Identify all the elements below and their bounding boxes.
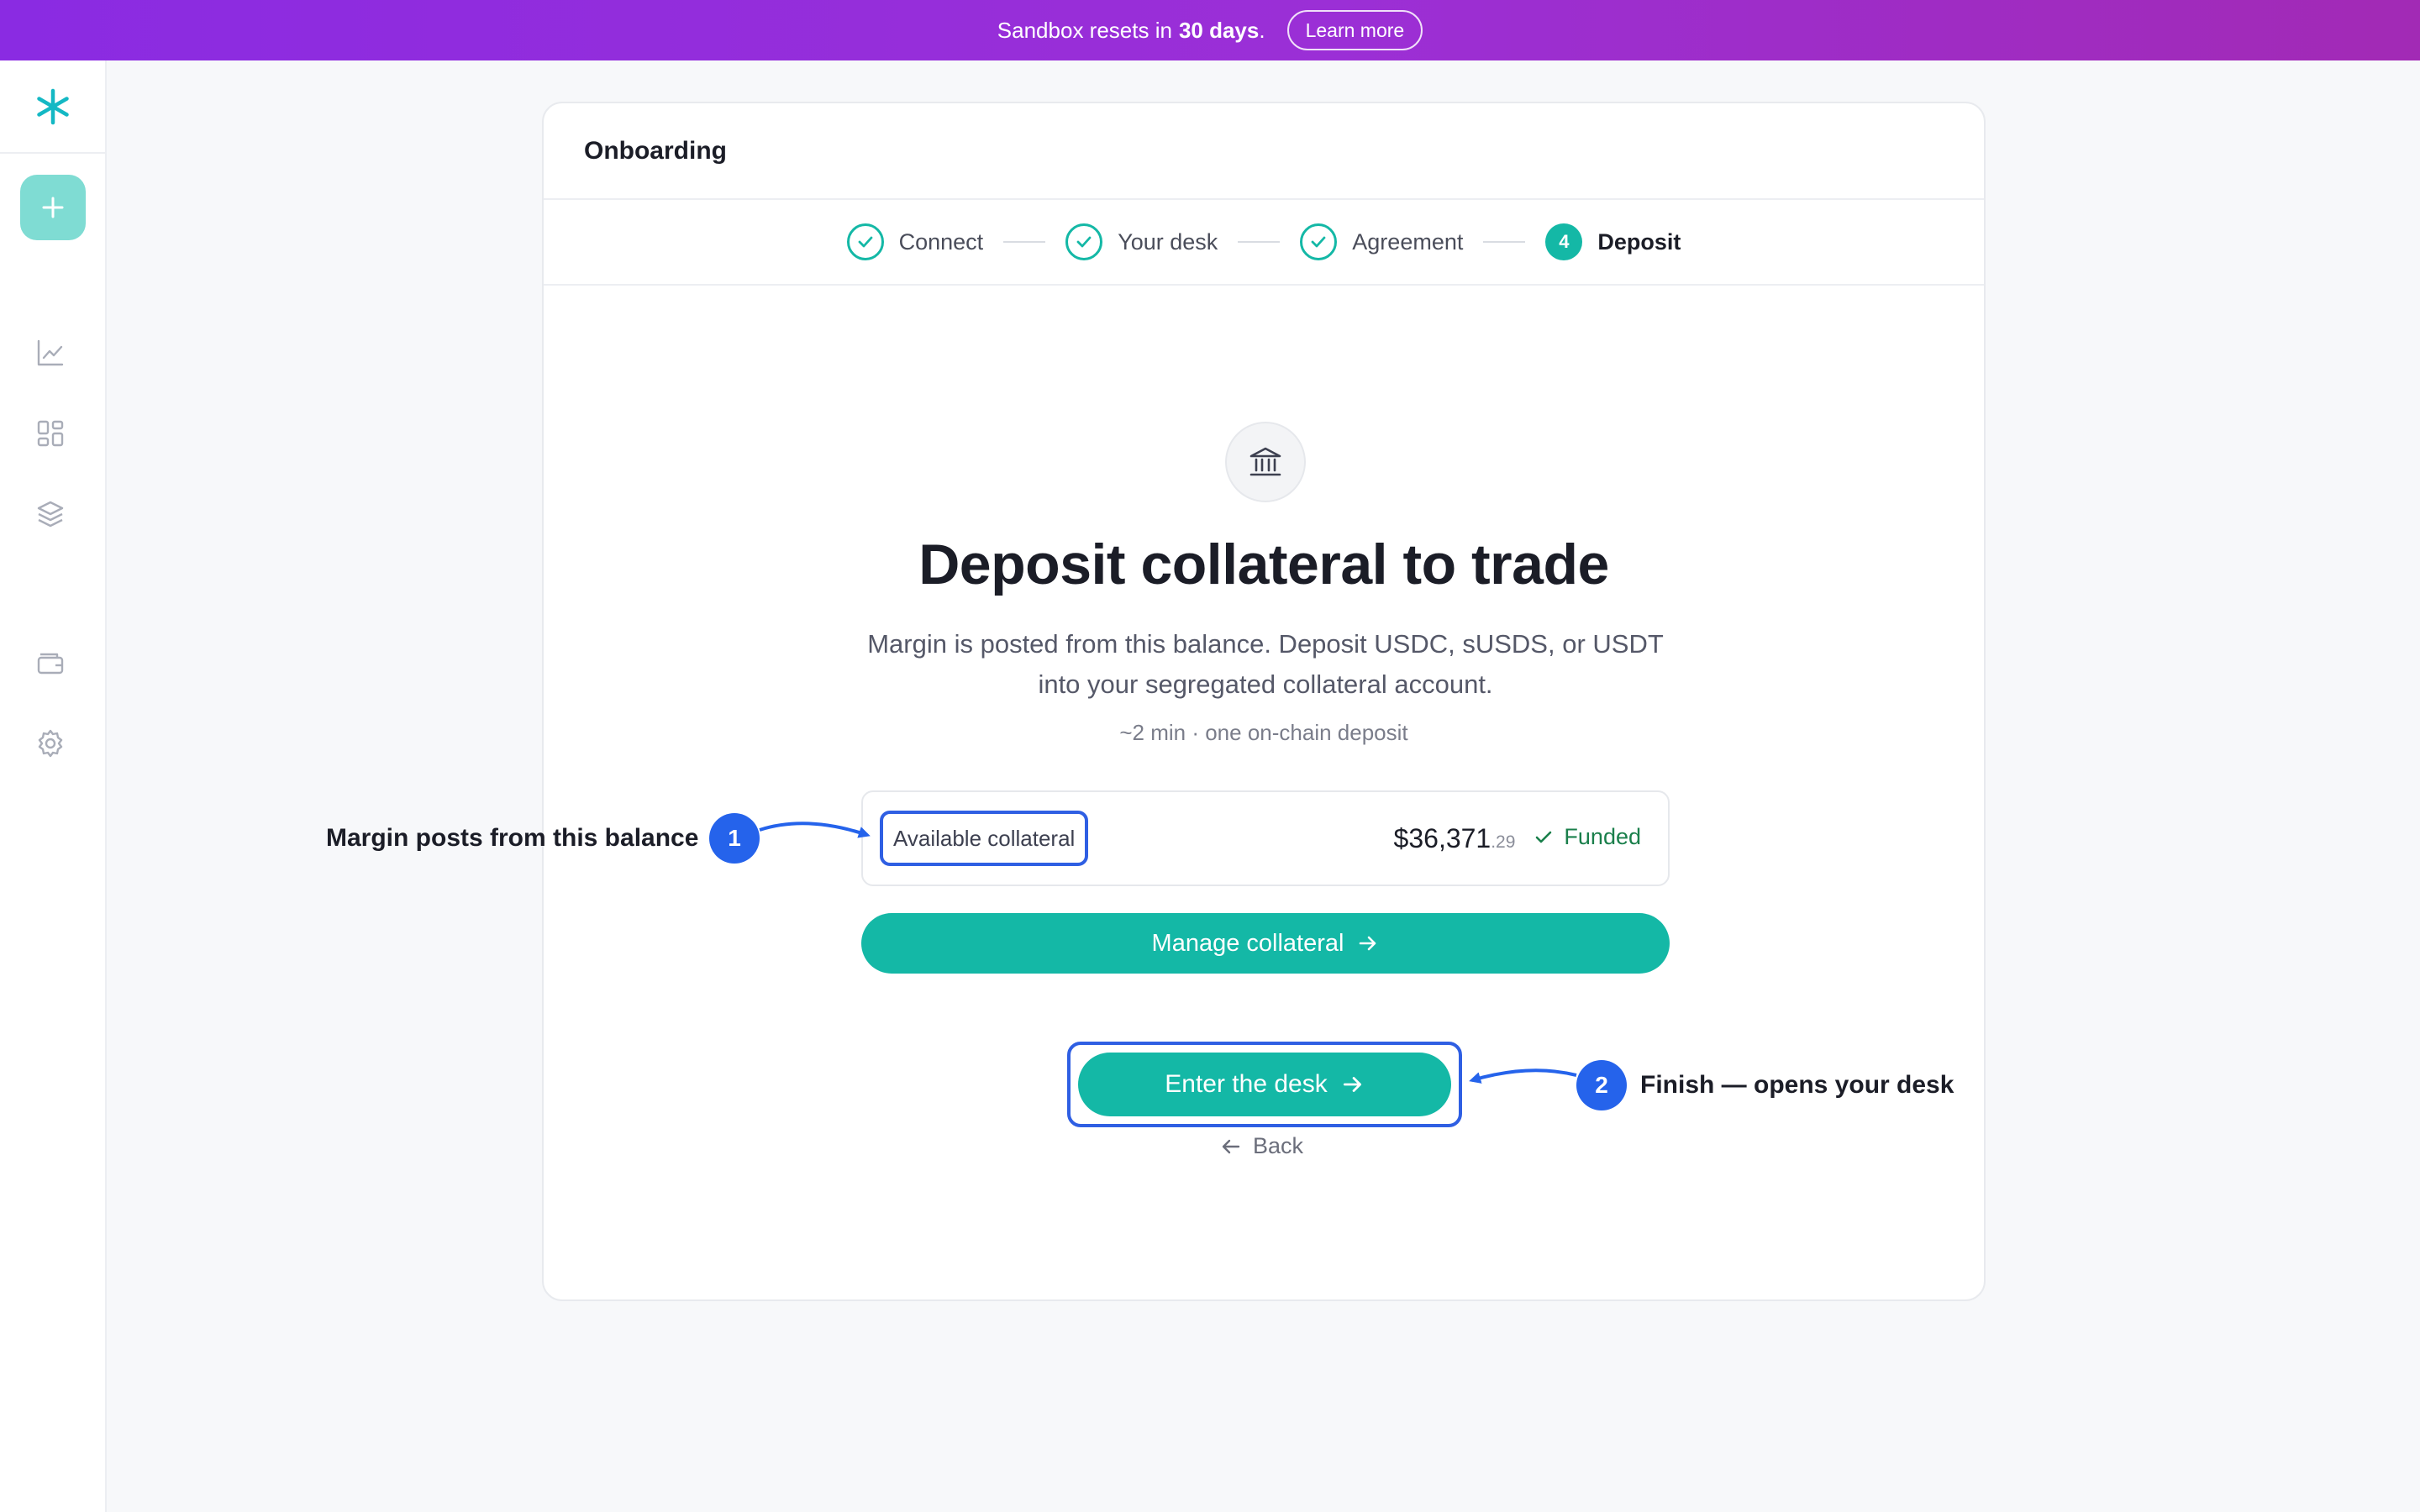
enter-desk-highlight: Enter the desk bbox=[1067, 1042, 1462, 1127]
check-circle-icon bbox=[846, 223, 884, 260]
learn-more-button[interactable]: Learn more bbox=[1286, 10, 1423, 50]
step-number: 4 bbox=[1545, 223, 1583, 260]
collateral-amount: $36,371 bbox=[1393, 822, 1491, 853]
sidebar-item-dashboard[interactable] bbox=[34, 417, 67, 450]
collateral-cents: .29 bbox=[1491, 832, 1516, 852]
sidebar-item-layers[interactable] bbox=[34, 497, 67, 531]
annotation-text-1: Margin posts from this balance bbox=[326, 824, 699, 852]
banner-message: Sandbox resets in 30 days. bbox=[997, 18, 1265, 44]
step-divider bbox=[1003, 241, 1046, 243]
onboarding-card: Onboarding Connect Your desk Agreement 4… bbox=[542, 102, 1986, 1301]
add-button[interactable] bbox=[20, 175, 86, 240]
step-label: Connect bbox=[898, 228, 984, 255]
status-badge: Funded bbox=[1534, 824, 1641, 850]
banner-days: 30 days bbox=[1178, 17, 1260, 43]
deposit-time-estimate: ~2 min · one on-chain deposit bbox=[1119, 720, 1408, 745]
step-agreement[interactable]: Agreement bbox=[1300, 223, 1463, 260]
gear-icon bbox=[38, 729, 63, 758]
plus-icon bbox=[42, 197, 64, 218]
available-collateral-label: Available collateral bbox=[880, 811, 1089, 866]
collateral-summary: Available collateral $36,371.29 Funded bbox=[861, 790, 1670, 886]
banner-prefix: Sandbox resets in bbox=[997, 17, 1172, 43]
page-title: Deposit collateral to trade bbox=[918, 533, 1609, 596]
step-your-desk[interactable]: Your desk bbox=[1065, 223, 1218, 260]
annotation-badge-2: 2 bbox=[1576, 1060, 1627, 1110]
sandbox-banner: Sandbox resets in 30 days. Learn more bbox=[0, 0, 2420, 60]
arrow-right-icon bbox=[1360, 936, 1376, 951]
check-icon bbox=[1536, 831, 1552, 843]
enter-desk-button[interactable]: Enter the desk bbox=[1078, 1053, 1451, 1116]
step-deposit[interactable]: 4 Deposit bbox=[1545, 223, 1681, 260]
layers-icon bbox=[37, 501, 64, 528]
annotation-badge-1: 1 bbox=[709, 813, 760, 864]
arrow-right-icon bbox=[1343, 1077, 1361, 1092]
dashboard-grid-icon bbox=[37, 420, 64, 447]
bank-icon bbox=[1225, 422, 1306, 502]
stepper: Connect Your desk Agreement 4 Deposit bbox=[544, 200, 1984, 286]
card-title: Onboarding bbox=[544, 103, 1984, 200]
step-label: Your desk bbox=[1118, 228, 1218, 255]
manage-collateral-button[interactable]: Manage collateral bbox=[861, 913, 1670, 974]
enter-desk-label: Enter the desk bbox=[1165, 1070, 1328, 1098]
step-label: Deposit bbox=[1597, 228, 1681, 255]
check-circle-icon bbox=[1300, 223, 1338, 260]
annotation-text-2: Finish — opens your desk bbox=[1640, 1071, 1954, 1099]
step-connect[interactable]: Connect bbox=[846, 223, 984, 260]
step-divider bbox=[1483, 241, 1526, 243]
sidebar-item-analytics[interactable] bbox=[34, 336, 67, 370]
manage-collateral-label: Manage collateral bbox=[1151, 929, 1344, 957]
sidebar bbox=[0, 60, 107, 1512]
banner-suffix: . bbox=[1259, 17, 1265, 43]
logo[interactable] bbox=[0, 60, 105, 154]
chart-line-icon bbox=[37, 339, 64, 366]
step-divider bbox=[1238, 241, 1281, 243]
back-label: Back bbox=[1252, 1133, 1304, 1158]
check-circle-icon bbox=[1065, 223, 1103, 260]
page-description: Margin is posted from this balance. Depo… bbox=[867, 629, 1664, 699]
back-link[interactable]: Back bbox=[0, 1133, 2420, 1159]
status-text: Funded bbox=[1564, 824, 1641, 849]
asterisk-logo-icon bbox=[36, 88, 69, 124]
sidebar-item-settings[interactable] bbox=[34, 727, 67, 760]
sidebar-item-wallet[interactable] bbox=[34, 646, 67, 680]
arrow-left-icon bbox=[1222, 1139, 1240, 1153]
wallet-icon bbox=[37, 653, 64, 675]
step-label: Agreement bbox=[1352, 228, 1464, 255]
